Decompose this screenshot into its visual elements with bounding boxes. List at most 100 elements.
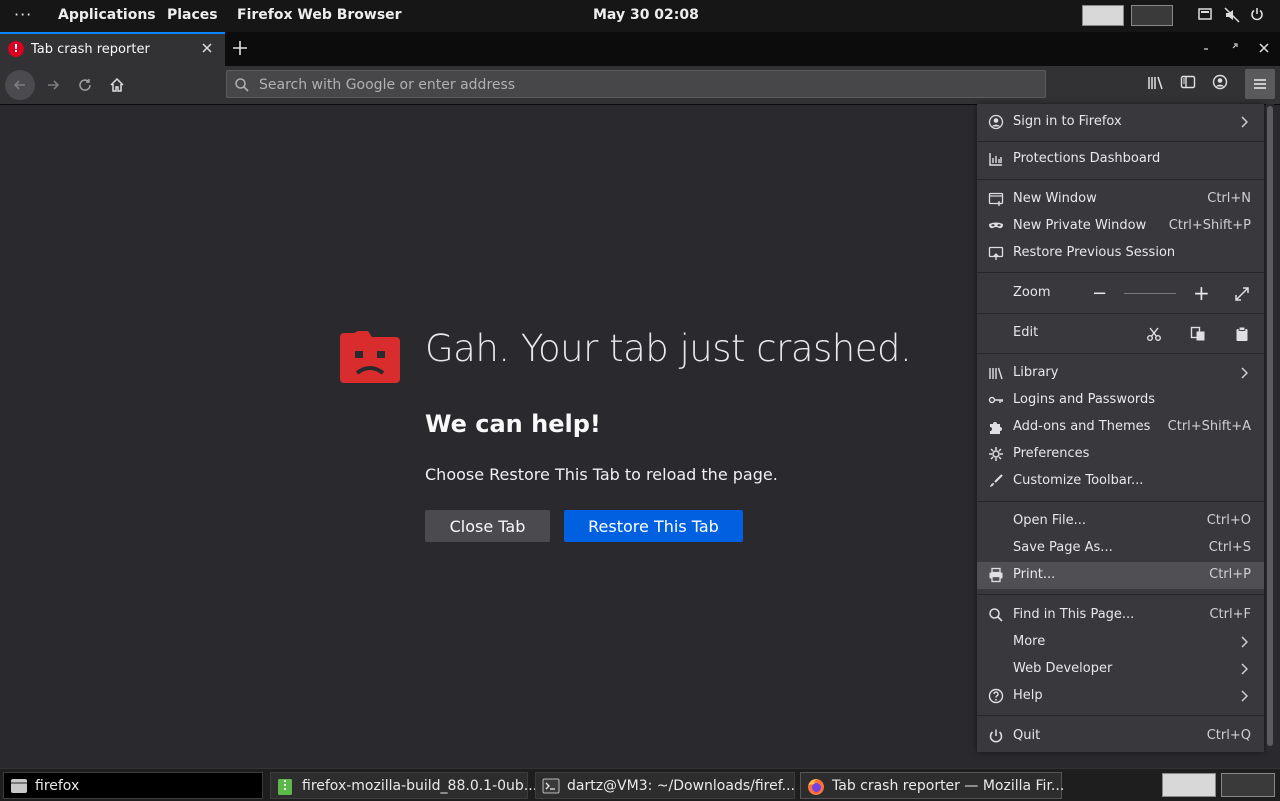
library-icon[interactable]	[1147, 74, 1165, 92]
zoom-out-button[interactable]: −	[1092, 283, 1107, 304]
workspace-1[interactable]	[1082, 5, 1124, 26]
menu-item-shortcut: Ctrl+O	[1206, 513, 1251, 528]
minimize-icon[interactable]	[1201, 41, 1211, 51]
address-bar[interactable]	[226, 70, 1046, 98]
close-tab-button[interactable]: Close Tab	[425, 510, 550, 542]
search-icon	[988, 607, 1004, 623]
new-tab-icon[interactable]	[231, 39, 249, 57]
bottom-workspace-1[interactable]	[1162, 773, 1216, 797]
home-button[interactable]	[102, 70, 132, 100]
menu-item-web-developer[interactable]: Web Developer	[977, 656, 1264, 683]
task-label: dartz@VM3: ~/Downloads/firef...	[567, 778, 795, 794]
menu-item-label: Open File...	[1013, 513, 1087, 528]
menu-item-find[interactable]: Find in This Page... Ctrl+F	[977, 602, 1264, 629]
task-label: firefox	[35, 778, 80, 794]
zoom-label: Zoom	[1013, 285, 1051, 300]
menu-item-shortcut: Ctrl+F	[1209, 607, 1251, 622]
menu-item-library[interactable]: Library	[977, 360, 1264, 387]
menu-item-shortcut: Ctrl+P	[1209, 567, 1251, 582]
applications-menu[interactable]: Applications	[58, 7, 156, 23]
scrollbar-thumb[interactable]	[1267, 106, 1273, 746]
fullscreen-icon[interactable]	[1234, 286, 1250, 302]
volume-muted-icon[interactable]	[1224, 7, 1240, 23]
open-menu-button[interactable]	[1245, 69, 1275, 99]
menu-item-protections[interactable]: Protections Dashboard	[977, 146, 1264, 173]
task-label: Tab crash reporter — Mozilla Fir...	[832, 778, 1065, 794]
menu-separator	[977, 272, 1264, 273]
task-terminal[interactable]: dartz@VM3: ~/Downloads/firef...	[535, 772, 795, 799]
menu-item-label: Sign in to Firefox	[1013, 114, 1122, 129]
chevron-right-icon	[1240, 690, 1248, 702]
forward-button[interactable]	[38, 70, 68, 100]
task-firefox-folder[interactable]: firefox	[3, 772, 263, 799]
cut-icon[interactable]	[1146, 326, 1162, 342]
sidebar-icon[interactable]	[1180, 74, 1196, 90]
app-name-menu[interactable]: Firefox Web Browser	[237, 7, 402, 23]
menu-item-new-private-window[interactable]: New Private Window Ctrl+Shift+P	[977, 213, 1264, 240]
menu-item-logins[interactable]: Logins and Passwords	[977, 387, 1264, 414]
menu-item-quit[interactable]: Quit Ctrl+Q	[977, 723, 1264, 750]
task-archive-file[interactable]: firefox-mozilla-build_88.0.1-0ub...	[270, 772, 537, 799]
menu-item-label: Quit	[1013, 728, 1041, 743]
menu-item-more[interactable]: More	[977, 629, 1264, 656]
menu-separator	[977, 313, 1264, 314]
places-menu[interactable]: Places	[167, 7, 218, 23]
app-menu-panel: Sign in to Firefox Protections Dashboard…	[977, 104, 1264, 752]
copy-icon[interactable]	[1190, 326, 1206, 342]
printer-icon	[988, 567, 1004, 583]
close-window-icon[interactable]	[1257, 41, 1271, 55]
edit-label: Edit	[1013, 325, 1039, 340]
menu-separator	[977, 594, 1264, 595]
crashed-tab-icon	[340, 331, 400, 387]
account-icon[interactable]	[1212, 74, 1228, 90]
back-arrow-icon	[13, 80, 25, 90]
menu-item-restore-session[interactable]: Restore Previous Session	[977, 240, 1264, 267]
chevron-right-icon	[1240, 367, 1248, 379]
menu-item-open-file[interactable]: Open File... Ctrl+O	[977, 508, 1264, 535]
maximize-icon[interactable]	[1230, 41, 1240, 51]
bottom-workspace-2[interactable]	[1221, 773, 1275, 797]
firefox-logo-icon	[807, 778, 825, 796]
zoom-reset-line[interactable]	[1124, 293, 1176, 294]
back-button[interactable]	[5, 70, 35, 100]
menu-item-new-window[interactable]: New Window Ctrl+N	[977, 186, 1264, 213]
tab-crash-reporter[interactable]: ! Tab crash reporter	[0, 32, 225, 66]
zoom-in-button[interactable]: +	[1193, 281, 1210, 305]
menu-item-shortcut: Ctrl+S	[1208, 540, 1251, 555]
menu-item-preferences[interactable]: Preferences	[977, 441, 1264, 468]
menu-separator	[977, 141, 1264, 142]
crash-subtitle: We can help!	[425, 410, 601, 438]
clock[interactable]: May 30 02:08	[593, 7, 699, 23]
gear-icon	[988, 446, 1004, 462]
menu-item-customize[interactable]: Customize Toolbar...	[977, 468, 1264, 495]
close-tab-icon[interactable]	[200, 41, 214, 55]
archive-icon	[277, 778, 293, 796]
restore-session-icon	[988, 245, 1004, 261]
chevron-right-icon	[1240, 636, 1248, 648]
menu-item-addons[interactable]: Add-ons and Themes Ctrl+Shift+A	[977, 414, 1264, 441]
help-icon	[988, 688, 1004, 704]
screen-icon[interactable]	[1198, 7, 1212, 21]
power-icon[interactable]	[1250, 7, 1264, 21]
menu-item-edit: Edit	[977, 320, 1264, 347]
menu-item-save-page[interactable]: Save Page As... Ctrl+S	[977, 535, 1264, 562]
reload-button[interactable]	[70, 70, 100, 100]
menu-scrollbar[interactable]	[1266, 104, 1274, 752]
forward-arrow-icon	[48, 80, 60, 90]
paste-icon[interactable]	[1234, 326, 1250, 342]
puzzle-piece-icon	[988, 419, 1004, 435]
menu-item-label: More	[1013, 634, 1046, 649]
task-firefox-window[interactable]: Tab crash reporter — Mozilla Fir...	[800, 772, 1065, 799]
menu-item-help[interactable]: Help	[977, 683, 1264, 710]
menu-item-print[interactable]: Print... Ctrl+P	[977, 562, 1264, 589]
activities-button[interactable]: ···	[14, 5, 32, 24]
menu-item-label: Help	[1013, 688, 1043, 703]
new-window-icon	[988, 191, 1004, 207]
restore-tab-button[interactable]: Restore This Tab	[564, 510, 743, 542]
menu-separator	[977, 715, 1264, 716]
workspace-2[interactable]	[1131, 5, 1173, 26]
menu-item-label: Web Developer	[1013, 661, 1113, 676]
search-input[interactable]	[257, 74, 1021, 96]
protections-chart-icon	[988, 151, 1004, 167]
menu-item-sign-in[interactable]: Sign in to Firefox	[977, 109, 1264, 136]
